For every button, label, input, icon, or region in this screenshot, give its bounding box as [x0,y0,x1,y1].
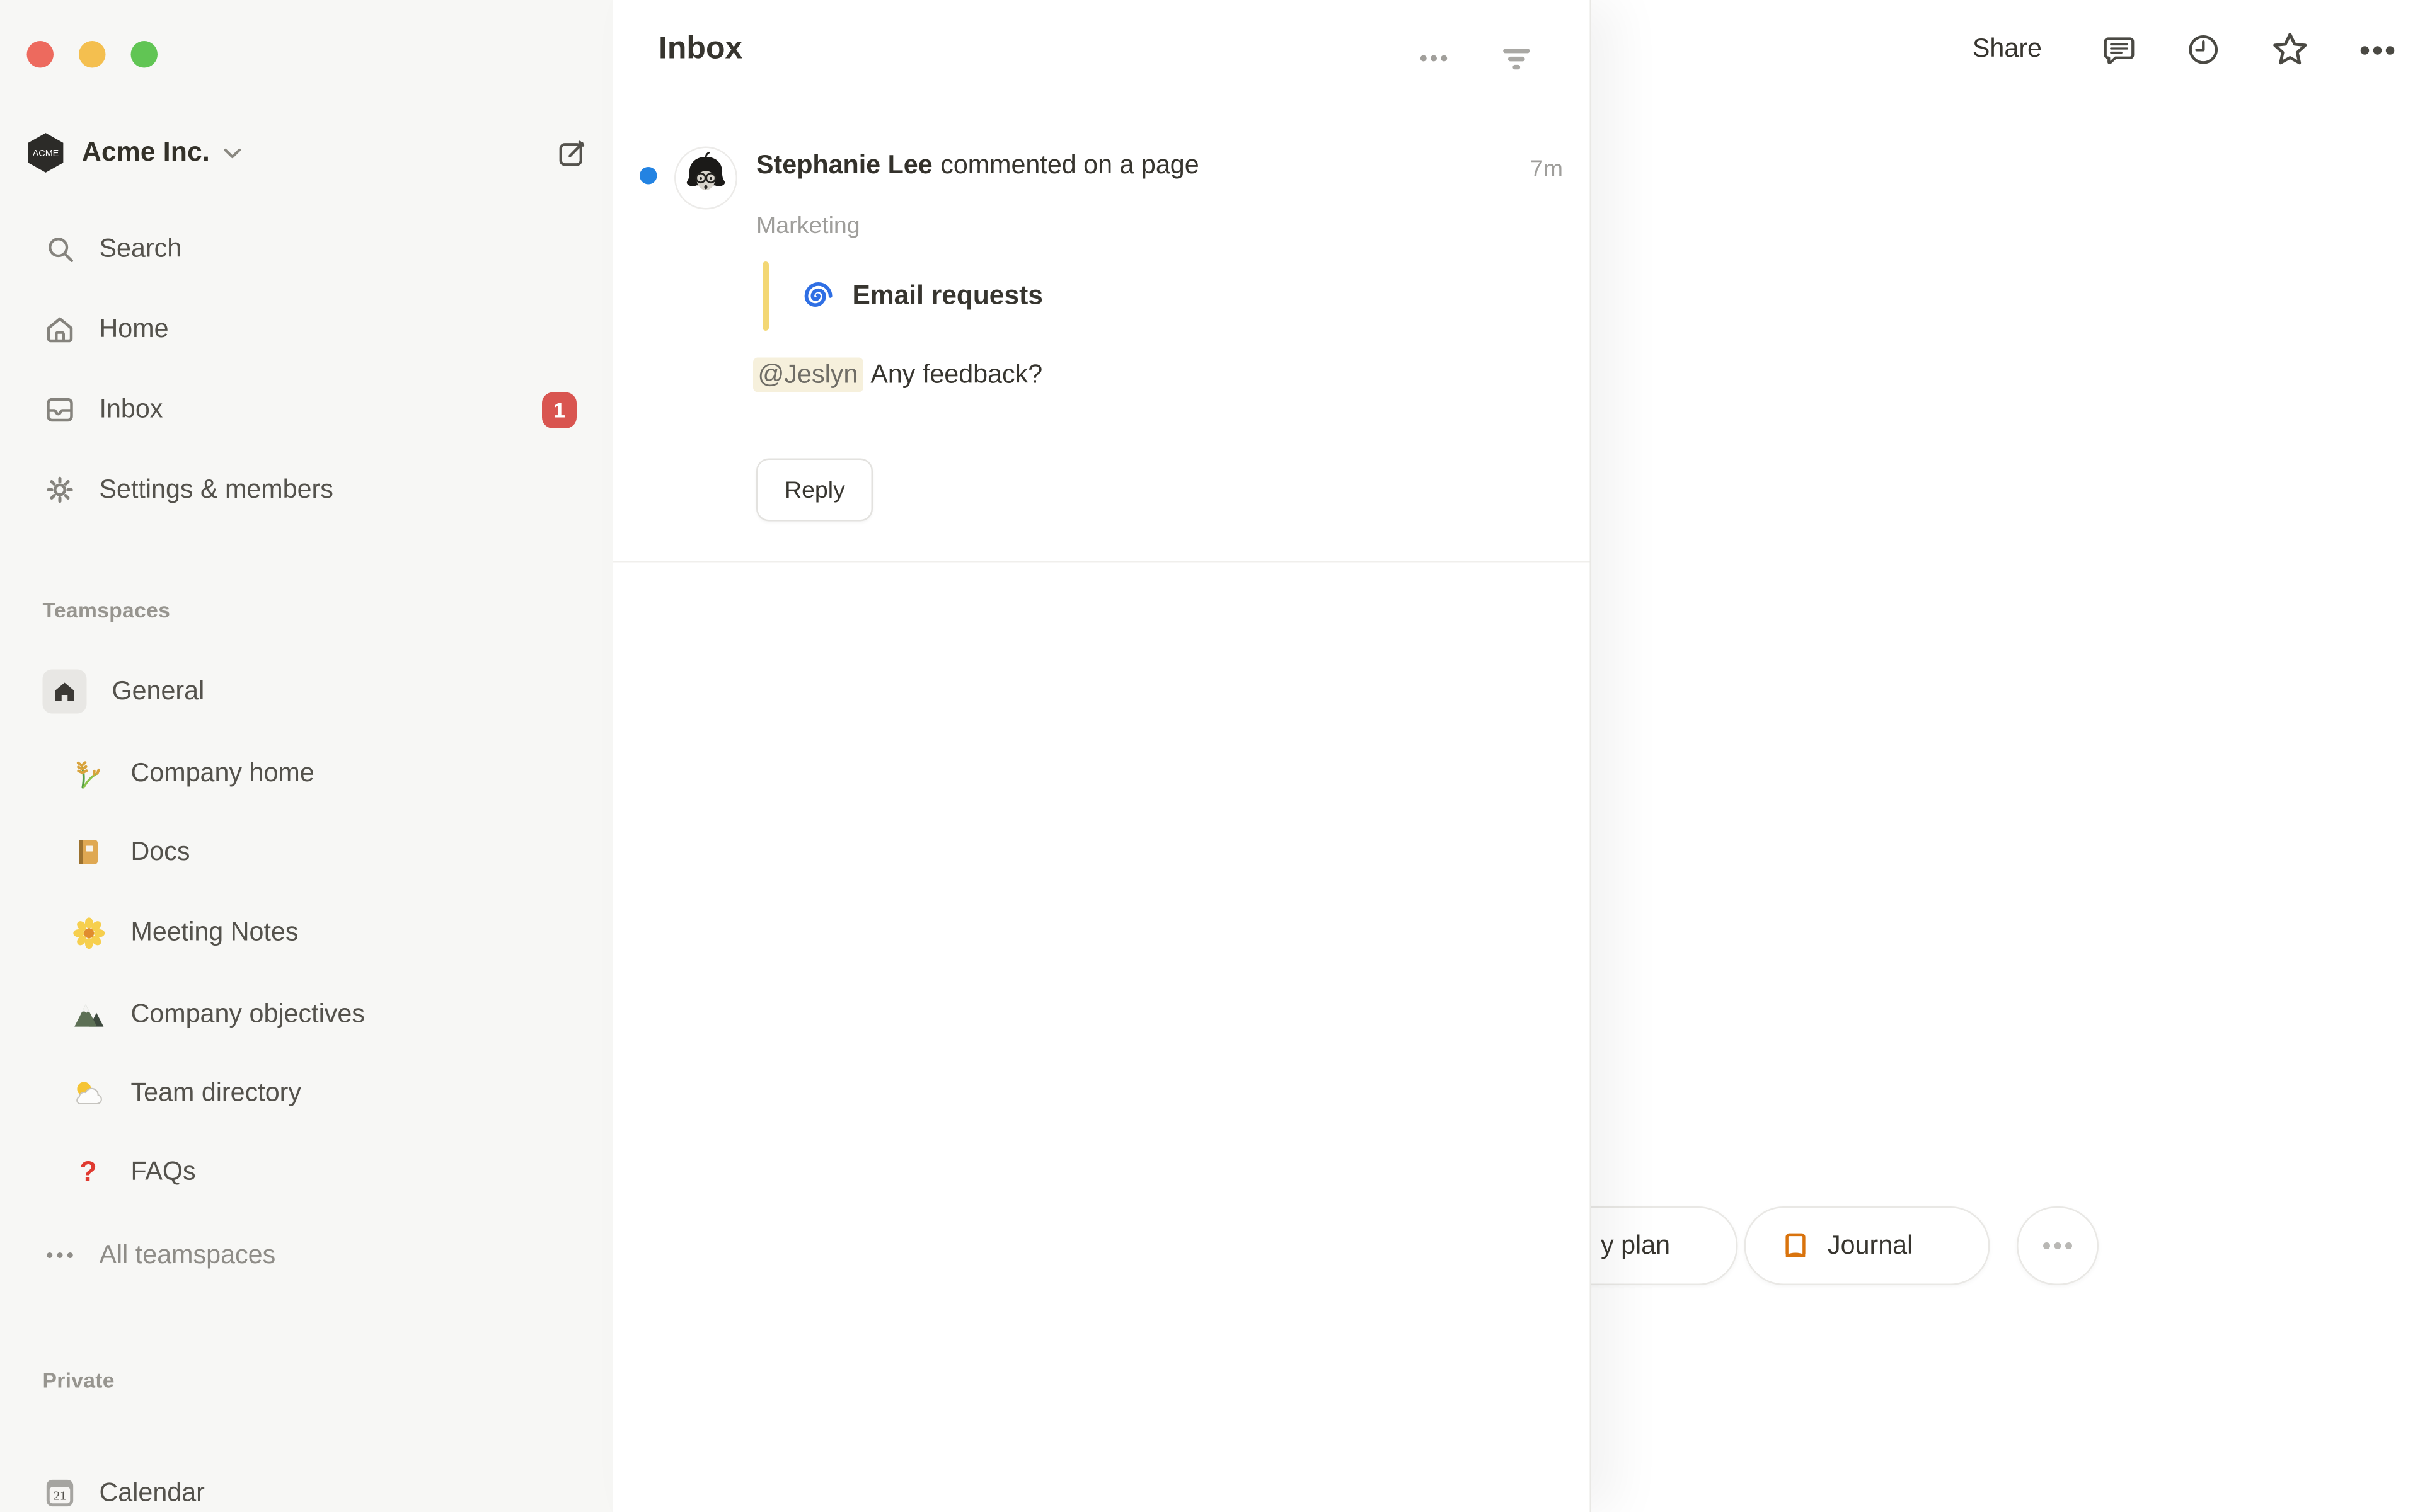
sidebar-item-settings[interactable]: Settings & members [25,460,594,520]
page-content: Share [1590,0,2420,1512]
inbox-unread-badge: 1 [542,391,577,428]
teamspaces-section-header: Teamspaces [43,598,171,622]
notification-title: Stephanie Leecommented on a page [756,151,1480,181]
clock-icon [2184,30,2223,70]
workspace-name: Acme Inc. [82,137,210,169]
house-icon [43,670,87,714]
page-link-title[interactable]: Email requests [853,280,1043,312]
teamspace-page-team-directory[interactable]: Team directory [25,1063,594,1123]
mention-chip[interactable]: @Jeslyn [753,358,863,392]
template-pill-journal-label: Journal [1828,1231,1913,1261]
gear-icon [43,472,78,507]
teamspace-page-meeting-notes[interactable]: Meeting Notes [25,903,594,963]
sun-behind-cloud-icon [71,1076,106,1111]
close-window-button[interactable] [27,41,54,68]
notion-window: ACME Acme Inc. Search [0,0,2420,1512]
workspace-logo-icon: ACME [25,131,66,175]
inbox-panel-title: Inbox [659,32,742,68]
inbox-filter-button[interactable] [1495,38,1538,81]
svg-text:21: 21 [54,1489,66,1503]
comment-text-line: @JeslynAny feedback? [753,361,1042,391]
teamspace-page-docs[interactable]: Docs [25,822,594,882]
unread-indicator-dot [640,167,657,185]
filter-icon [1499,41,1535,77]
notification-timestamp: 7m [1530,156,1563,183]
favorite-button[interactable] [2269,28,2312,71]
author-name: Stephanie Lee [756,151,933,180]
minimize-window-button[interactable] [79,41,106,68]
ellipsis-icon [43,1238,78,1273]
templates-more-button[interactable] [2017,1206,2099,1285]
more-horizontal-icon [2357,29,2398,70]
all-teamspaces-button[interactable]: All teamspaces [25,1225,594,1285]
blossom-icon [71,915,106,950]
comment-bubble-icon [2100,31,2138,69]
question-mark-icon: ? [71,1155,106,1189]
compose-button[interactable] [553,134,591,172]
inbox-icon [43,392,78,427]
sidebar-item-inbox[interactable]: Inbox 1 [25,380,594,440]
more-options-button[interactable] [2357,29,2398,70]
comment-text: Any feedback? [870,361,1042,389]
private-section-header: Private [43,1369,115,1393]
teamspace-item-general[interactable]: General [25,662,594,721]
template-pill-journal[interactable]: Journal [1744,1206,1990,1285]
window-controls [27,41,158,68]
updates-button[interactable] [2184,30,2223,70]
chevron-down-icon [222,146,243,160]
sidebar: ACME Acme Inc. Search [0,0,613,1512]
template-pill-plan-label: y plan [1601,1231,1670,1261]
notification-space: Marketing [756,213,860,240]
zoom-window-button[interactable] [131,41,158,68]
teamspace-page-company-objectives[interactable]: Company objectives [25,985,594,1045]
compose-icon [556,137,588,169]
journal-book-icon [1779,1229,1812,1263]
comments-button[interactable] [2100,31,2138,69]
star-icon [2269,28,2312,71]
ellipsis-icon [1417,41,1451,76]
share-button[interactable]: Share [1960,28,2054,71]
inbox-more-button[interactable] [1414,38,1455,79]
mountain-icon [71,997,106,1032]
teamspace-page-faqs[interactable]: ? FAQs [25,1142,594,1202]
quote-bar [763,261,769,331]
notification-action: commented on a page [940,151,1199,180]
home-icon [43,312,78,346]
sidebar-item-search[interactable]: Search [25,219,594,279]
private-item-calendar[interactable]: 21 Calendar [25,1463,594,1512]
reply-button[interactable]: Reply [756,459,873,522]
notification-divider [613,561,1590,563]
teamspace-page-company-home[interactable]: Company home [25,743,594,803]
svg-text:ACME: ACME [33,149,59,159]
notebook-icon [71,835,106,869]
inbox-panel: Inbox [613,0,1592,1512]
search-icon [43,232,78,266]
sidebar-item-home[interactable]: Home [25,299,594,359]
sheaf-of-rice-icon [71,756,106,791]
calendar-icon: 21 [43,1476,78,1511]
workspace-switcher[interactable]: ACME Acme Inc. [25,125,591,181]
avatar [674,147,737,210]
page-toolbar: Share [1960,28,2398,71]
cyclone-icon [799,277,837,315]
more-horizontal-icon [2039,1227,2077,1265]
